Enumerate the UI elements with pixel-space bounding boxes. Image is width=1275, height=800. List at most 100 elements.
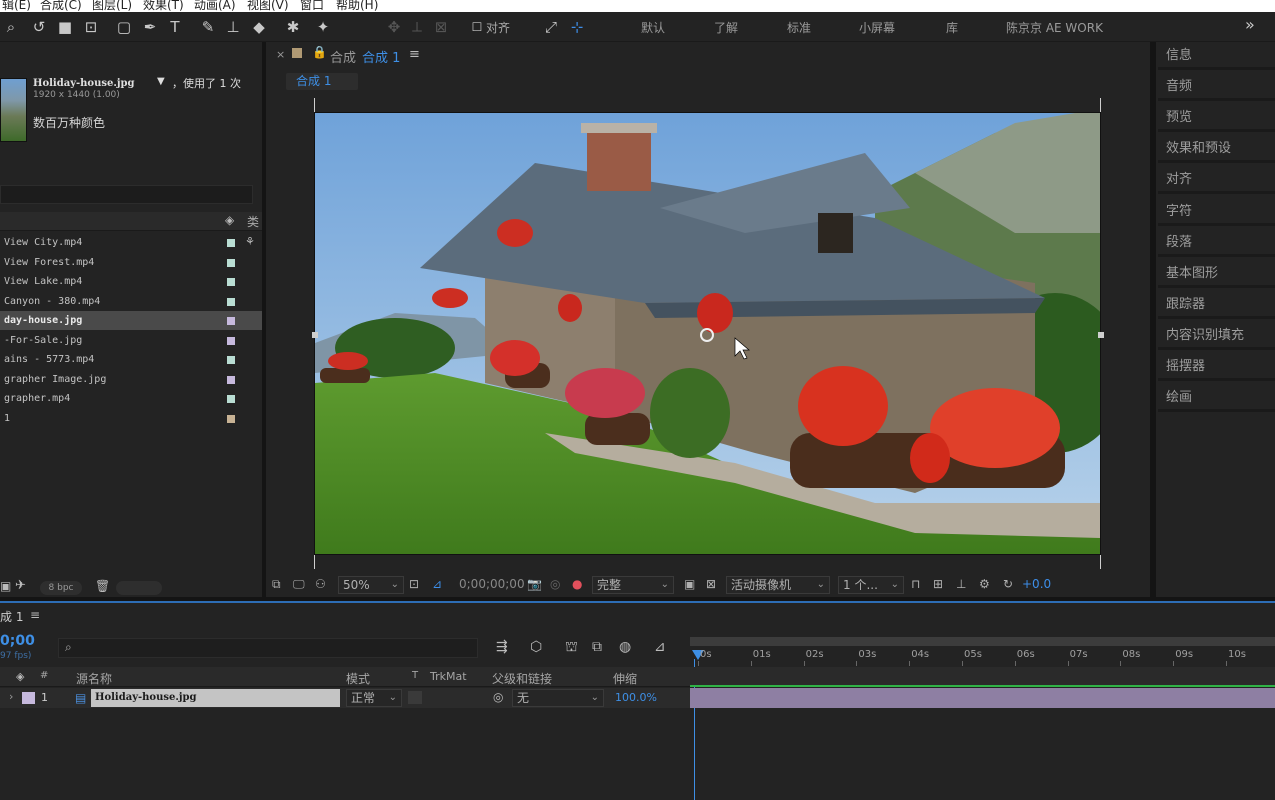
panel-tab-item[interactable]: 预览: [1158, 104, 1275, 133]
panel-tab-item[interactable]: 摇摆器: [1158, 353, 1275, 381]
trash-icon[interactable]: 🗑: [95, 579, 110, 593]
clone-stamp-tool-icon[interactable]: ⊥: [222, 16, 244, 38]
view-layout-dropdown[interactable]: 1 个... ⌄: [838, 576, 904, 594]
always-preview-icon[interactable]: ⧉: [272, 577, 281, 592]
column-stretch[interactable]: 伸缩: [613, 670, 637, 687]
fast-preview-icon[interactable]: ⊞: [933, 577, 943, 591]
flowchart-icon[interactable]: ⚙: [979, 577, 990, 591]
title-safe-icon[interactable]: ⊿: [432, 577, 442, 591]
roi-icon[interactable]: ▣: [684, 577, 695, 591]
panel-tab-item[interactable]: 绘画: [1158, 384, 1275, 413]
timecode-display[interactable]: 0;00;00;00: [459, 577, 525, 591]
menu-edit[interactable]: 辑(E): [2, 0, 31, 12]
current-timecode[interactable]: 0;00: [0, 633, 35, 649]
transform-handle[interactable]: [312, 332, 318, 338]
project-item-color-label[interactable]: [227, 356, 235, 364]
comp-tab-name[interactable]: 合成 1: [362, 47, 400, 66]
reset-exposure-icon[interactable]: ↻: [1003, 577, 1013, 591]
workspace-overflow-icon[interactable]: »: [1245, 15, 1255, 34]
workspace-learn[interactable]: 了解: [714, 19, 738, 36]
project-zoom-slider[interactable]: [116, 581, 162, 595]
shy-layers-icon[interactable]: ⛫: [565, 639, 578, 657]
frame-blending-icon[interactable]: ⧉: [592, 639, 602, 655]
project-item[interactable]: grapher Image.jpg: [0, 370, 262, 389]
flowchart-icon[interactable]: ⚘: [245, 235, 255, 248]
resolution-dropdown[interactable]: 完整 ⌄: [592, 576, 674, 594]
camera-dropdown[interactable]: 活动摄像机 ⌄: [726, 576, 830, 594]
menu-help[interactable]: 帮助(H): [336, 0, 378, 12]
brush-tool-icon[interactable]: ✎: [197, 16, 219, 38]
local-axis-icon[interactable]: ✥: [383, 16, 405, 38]
column-type[interactable]: 类: [247, 213, 259, 230]
type-tool-icon[interactable]: T: [164, 16, 186, 38]
layer-mode-dropdown[interactable]: 正常 ⌄: [346, 689, 402, 707]
rotate-tool-icon[interactable]: ↺: [28, 16, 50, 38]
graph-editor-icon[interactable]: ⊿: [654, 639, 666, 655]
comp-mini-flowchart-icon[interactable]: ⇶: [496, 639, 508, 655]
panel-tab-item[interactable]: 字符: [1158, 197, 1275, 226]
project-search-input[interactable]: [0, 185, 253, 204]
project-item-color-label[interactable]: [227, 239, 235, 247]
draft-3d-icon[interactable]: ⬡: [530, 639, 542, 655]
mask-icon[interactable]: ⚇: [315, 577, 326, 591]
project-item-color-label[interactable]: [227, 278, 235, 286]
workspace-small-screen[interactable]: 小屏幕: [859, 19, 895, 36]
layer-duration-bar[interactable]: [690, 688, 1275, 708]
layer-color-label[interactable]: [22, 692, 35, 704]
column-source-name[interactable]: 源名称: [76, 670, 112, 687]
close-tab-icon[interactable]: ×: [276, 48, 285, 61]
panel-menu-icon[interactable]: ≡: [30, 608, 40, 622]
panel-tab-item[interactable]: 基本图形: [1158, 259, 1275, 288]
label-icon[interactable]: ◈: [16, 670, 24, 683]
project-item-color-label[interactable]: [227, 317, 235, 325]
panel-tab-item[interactable]: 信息: [1158, 42, 1275, 70]
pen-tool-icon[interactable]: ✒: [139, 16, 161, 38]
timeline-search-input[interactable]: ⌕: [58, 638, 478, 658]
layer-stretch-value[interactable]: 100.0%: [615, 691, 657, 704]
puppet-pin-tool-icon[interactable]: ✦: [312, 16, 334, 38]
fit-icon[interactable]: ⊡: [409, 577, 419, 591]
project-item[interactable]: View Forest.mp4: [0, 253, 262, 272]
menu-view[interactable]: 视图(V): [247, 0, 289, 12]
workspace-custom[interactable]: 陈京京 AE WORK: [1006, 19, 1103, 36]
project-item[interactable]: day-house.jpg: [0, 311, 262, 330]
align-checkbox[interactable]: ☐: [466, 16, 488, 38]
panel-tab-item[interactable]: 段落: [1158, 228, 1275, 257]
menu-effect[interactable]: 效果(T): [143, 0, 184, 12]
comp-breadcrumb[interactable]: 合成 1: [286, 73, 358, 90]
search-icon[interactable]: ⌕: [0, 16, 22, 38]
project-item-color-label[interactable]: [227, 297, 235, 306]
panel-tab-item[interactable]: 跟踪器: [1158, 290, 1275, 319]
exposure-value[interactable]: +0.0: [1022, 577, 1051, 591]
snap-target-icon[interactable]: ⊹: [566, 16, 588, 38]
rectangle-tool-icon[interactable]: ▢: [113, 16, 135, 38]
column-parent[interactable]: 父级和链接: [492, 670, 552, 687]
project-item-color-label[interactable]: [227, 336, 235, 345]
menu-animation[interactable]: 动画(A): [194, 0, 236, 12]
preserve-transparency-checkbox[interactable]: [408, 691, 422, 704]
panel-menu-icon[interactable]: ≡: [409, 47, 420, 62]
bit-depth-button[interactable]: 8 bpc: [40, 581, 82, 595]
project-item-color-label[interactable]: [227, 258, 235, 267]
parent-dropdown[interactable]: 无 ⌄: [512, 689, 604, 707]
snap-icon[interactable]: ⤢: [540, 16, 562, 38]
project-item-color-label[interactable]: [227, 395, 235, 403]
label-icon[interactable]: ◈: [225, 213, 234, 227]
transform-handle[interactable]: [1098, 332, 1104, 338]
menu-layer[interactable]: 图层(L): [92, 0, 132, 12]
project-item[interactable]: -For-Sale.jpg: [0, 331, 262, 350]
motion-blur-icon[interactable]: ◍: [619, 639, 631, 655]
eraser-tool-icon[interactable]: ◆: [248, 16, 270, 38]
work-area-bar[interactable]: [690, 637, 1275, 646]
panel-tab-item[interactable]: 效果和预设: [1158, 135, 1275, 164]
workspace-library[interactable]: 库: [946, 19, 958, 36]
project-item-color-label[interactable]: [227, 375, 235, 384]
color-channel-icon[interactable]: ●: [572, 577, 582, 591]
layer-name[interactable]: Holiday-house.jpg: [91, 689, 340, 707]
panel-tab-item[interactable]: 对齐: [1158, 166, 1275, 195]
show-snapshot-icon[interactable]: ◎: [550, 577, 560, 591]
composition-viewer[interactable]: [314, 112, 1101, 555]
panel-tab-item[interactable]: 内容识别填充: [1158, 321, 1275, 350]
pick-whip-icon[interactable]: ◎: [493, 690, 503, 704]
expand-arrow-icon[interactable]: ›: [9, 690, 13, 703]
